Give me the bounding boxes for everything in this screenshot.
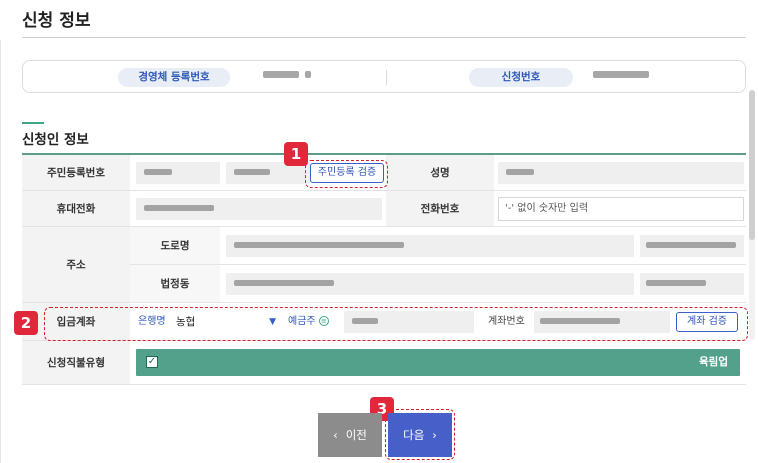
page-left-border [0, 40, 1, 463]
mobile-input[interactable] [136, 198, 382, 220]
mobile-redacted [144, 205, 214, 211]
road-address-detail-input[interactable] [640, 235, 744, 257]
next-button-label: 다음 [403, 428, 425, 442]
lot-address-label: 법정동 [130, 265, 220, 303]
application-summary: 경영체 등록번호 신청번호 [22, 60, 746, 93]
section-accent [22, 122, 44, 124]
name-redacted [506, 169, 534, 175]
payment-type-value: 육림업 [699, 356, 728, 368]
lot-address-detail-redacted [646, 280, 706, 286]
payment-type-label: 신청직불유형 [22, 341, 130, 385]
address-label: 주소 [22, 227, 130, 303]
chevron-right-icon: › [432, 428, 437, 442]
prev-button-label: 이전 [345, 428, 367, 442]
mobile-cell [130, 191, 386, 227]
road-address-cell [220, 227, 746, 265]
name-cell [494, 155, 746, 191]
summary-divider [386, 70, 387, 85]
scrollbar-thumb[interactable] [749, 90, 755, 240]
highlight-rrn-verify [305, 160, 388, 188]
page-title: 신청 정보 [22, 11, 91, 31]
name-label: 성명 [386, 155, 494, 191]
chevron-left-icon: ‹ [333, 428, 338, 442]
business-reg-value-redacted-2 [305, 71, 311, 78]
road-address-label: 도로명 [130, 227, 220, 265]
mobile-label: 휴대전화 [22, 191, 130, 227]
lot-address-redacted [234, 280, 334, 286]
rrn-label: 주민등록번호 [22, 155, 130, 191]
payment-type-cell: ✓ 육림업 [130, 341, 746, 385]
lot-address-input[interactable] [226, 273, 634, 295]
lot-address-detail-input[interactable] [640, 273, 744, 295]
step-badge-1: 1 [284, 142, 308, 166]
application-no-label: 신청번호 [469, 68, 573, 87]
phone-cell: '-' 없이 숫자만 입력 [494, 191, 746, 227]
rrn-back-redacted [234, 169, 270, 175]
rrn-front-input[interactable] [136, 162, 220, 184]
next-button[interactable]: 다음 › [388, 413, 452, 457]
step-badge-2: 2 [14, 311, 38, 335]
title-divider [22, 37, 746, 38]
road-address-input[interactable] [226, 235, 634, 257]
section-title: 신청인 정보 [22, 132, 89, 148]
road-address-redacted [234, 242, 404, 248]
phone-label: 전화번호 [386, 191, 494, 227]
application-no-value-redacted [593, 71, 649, 78]
name-input[interactable] [498, 162, 744, 184]
prev-button[interactable]: ‹ 이전 [318, 413, 382, 457]
road-address-detail-redacted [646, 242, 736, 248]
payment-type-checkbox[interactable]: ✓ [146, 356, 158, 368]
rrn-front-redacted [144, 169, 172, 175]
payment-type-bar: ✓ 육림업 [136, 349, 740, 376]
highlight-deposit-account [44, 307, 748, 341]
lot-address-cell [220, 265, 746, 303]
business-reg-value-redacted [263, 71, 299, 78]
phone-input[interactable]: '-' 없이 숫자만 입력 [498, 197, 744, 221]
business-reg-label: 경영체 등록번호 [118, 68, 230, 87]
